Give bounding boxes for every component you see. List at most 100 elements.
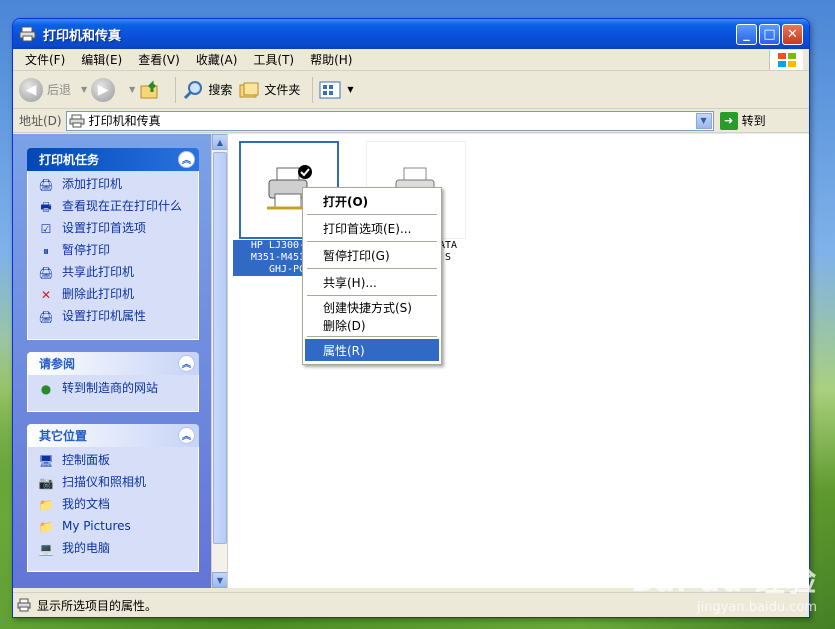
menu-properties[interactable]: 属性(R) <box>305 339 439 361</box>
task-label: 转到制造商的网站 <box>62 381 159 395</box>
globe-icon: ● <box>40 382 52 396</box>
menu-open[interactable]: 打开(O) <box>305 190 439 212</box>
other-places-title: 其它位置 <box>39 429 88 443</box>
views-icon <box>319 81 341 98</box>
views-button[interactable]: ▼ <box>319 80 357 100</box>
search-label: 搜索 <box>208 83 233 97</box>
camera-icon: 📷 <box>38 476 54 490</box>
menu-delete[interactable]: 删除(D) <box>305 316 439 334</box>
menu-separator <box>307 336 437 337</box>
place-label: 我的文档 <box>62 497 111 511</box>
printer-status-icon <box>17 598 31 612</box>
back-dropdown-icon[interactable]: ▼ <box>81 85 87 94</box>
back-arrow-icon: ◀ <box>19 77 43 102</box>
task-label: 查看现在正在打印什么 <box>62 199 183 213</box>
views-dropdown-icon: ▼ <box>347 85 354 94</box>
task-delete-printer[interactable]: ✕ 删除此打印机 <box>38 287 194 303</box>
menu-file[interactable]: 文件(F) <box>17 51 73 68</box>
search-icon <box>184 80 203 99</box>
address-bar: 地址(D) 打印机和传真 ▼ ➜ 转到 <box>13 109 809 133</box>
search-button[interactable]: 搜索 <box>182 79 232 101</box>
menu-tools[interactable]: 工具(T) <box>245 51 302 68</box>
control-panel-icon: 🖥 <box>38 454 54 468</box>
place-label: 控制面板 <box>62 453 111 467</box>
menu-edit[interactable]: 编辑(E) <box>73 51 130 68</box>
see-also-title: 请参阅 <box>39 357 76 371</box>
menu-share[interactable]: 共享(H)... <box>305 271 439 293</box>
task-label: 添加打印机 <box>62 177 123 191</box>
menu-favorites[interactable]: 收藏(A) <box>188 51 246 68</box>
folder-icon: 📁 <box>38 498 54 512</box>
windows-logo-icon <box>769 50 803 70</box>
task-pane: 打印机任务 ︽ 🖨 添加打印机 🖶 查看现在正在打印什么 ☑ 设置打印首选项 ⏸ 暂停打… <box>13 134 211 588</box>
up-folder-icon <box>140 79 158 98</box>
place-control-panel[interactable]: 🖥 控制面板 <box>38 453 194 469</box>
go-label: 转到 <box>741 114 766 128</box>
folders-icon <box>239 82 259 97</box>
address-label: 地址(D) <box>19 114 62 128</box>
maximize-button[interactable]: □ <box>759 23 780 45</box>
menu-view[interactable]: 查看(V) <box>130 51 188 68</box>
other-places-body: 🖥 控制面板 📷 扫描仪和照相机 📁 我的文档 📁 My Pictures 💻 我的电脑 <box>27 447 199 572</box>
collapse-icon[interactable]: ︽ <box>178 427 195 444</box>
go-arrow-icon: ➜ <box>719 111 738 130</box>
toolbar: ◀ 后退 ▼ ▶ ▼ 搜索 文件夹 ▼ <box>13 71 809 109</box>
task-label: 设置打印机属性 <box>62 309 147 323</box>
scroll-down-icon[interactable]: ▼ <box>212 572 228 588</box>
task-print-preferences[interactable]: ☑ 设置打印首选项 <box>38 221 194 237</box>
task-label: 设置打印首选项 <box>62 221 147 235</box>
taskpane-scrollbar[interactable]: ▲ ▼ <box>211 134 228 588</box>
forward-button[interactable]: ▶ <box>91 77 119 102</box>
printer-tasks-title: 打印机任务 <box>39 153 100 167</box>
menu-separator <box>307 214 437 215</box>
pictures-folder-icon: 📁 <box>38 520 54 534</box>
menu-help[interactable]: 帮助(H) <box>302 51 360 68</box>
task-manufacturer-site[interactable]: ● 转到制造商的网站 <box>38 381 194 397</box>
place-my-computer[interactable]: 💻 我的电脑 <box>38 541 194 557</box>
task-label: 暂停打印 <box>62 243 111 257</box>
printer-icon <box>19 26 37 42</box>
close-button[interactable]: ✕ <box>782 23 803 45</box>
scroll-thumb[interactable] <box>213 152 227 544</box>
toolbar-separator <box>175 76 177 103</box>
task-pause-printing[interactable]: ⏸ 暂停打印 <box>38 243 194 259</box>
back-button[interactable]: ◀ 后退 <box>19 77 71 102</box>
see-also-body: ● 转到制造商的网站 <box>27 375 199 412</box>
up-folder-button[interactable] <box>139 78 163 102</box>
printer-tasks-header[interactable]: 打印机任务 ︽ <box>27 148 199 171</box>
folders-button[interactable]: 文件夹 <box>238 79 300 101</box>
forward-arrow-icon: ▶ <box>91 77 116 102</box>
menu-separator <box>307 268 437 269</box>
place-scanners-cameras[interactable]: 📷 扫描仪和照相机 <box>38 475 194 491</box>
share-printer-icon: 🖨 <box>38 266 54 280</box>
task-printer-properties[interactable]: 🖨 设置打印机属性 <box>38 309 194 325</box>
scroll-up-icon[interactable]: ▲ <box>212 134 228 150</box>
print-queue-icon: 🖶 <box>40 200 52 214</box>
address-field[interactable]: 打印机和传真 ▼ <box>65 110 714 131</box>
task-add-printer[interactable]: 🖨 添加打印机 <box>38 177 194 193</box>
address-dropdown-icon[interactable]: ▼ <box>695 112 712 129</box>
menu-separator <box>307 295 437 296</box>
menu-pause-printing[interactable]: 暂停打印(G) <box>305 244 439 266</box>
window-title: 打印机和传真 <box>43 28 122 44</box>
collapse-icon[interactable]: ︽ <box>178 355 195 372</box>
forward-dropdown-icon[interactable]: ▼ <box>129 85 135 94</box>
folders-label: 文件夹 <box>264 83 301 97</box>
title-bar[interactable]: 打印机和传真 _ □ ✕ <box>13 19 809 49</box>
menu-print-preferences[interactable]: 打印首选项(E)... <box>305 217 439 239</box>
other-places-panel: 其它位置 ︽ 🖥 控制面板 📷 扫描仪和照相机 📁 我的文档 📁 My Pictures… <box>27 424 199 572</box>
go-button[interactable]: ➜ 转到 <box>719 111 766 130</box>
watermark: Bai du 经验 jingyan.baidu.com <box>631 556 817 615</box>
place-my-pictures[interactable]: 📁 My Pictures <box>38 519 194 535</box>
place-my-documents[interactable]: 📁 我的文档 <box>38 497 194 513</box>
collapse-icon[interactable]: ︽ <box>178 151 195 168</box>
minimize-button[interactable]: _ <box>736 23 757 45</box>
place-label: 扫描仪和照相机 <box>62 475 147 489</box>
task-share-printer[interactable]: 🖨 共享此打印机 <box>38 265 194 281</box>
other-places-header[interactable]: 其它位置 ︽ <box>27 424 199 447</box>
place-label: 我的电脑 <box>62 541 111 555</box>
see-also-header[interactable]: 请参阅 ︽ <box>27 352 199 375</box>
task-label: 共享此打印机 <box>62 265 135 279</box>
task-see-printing[interactable]: 🖶 查看现在正在打印什么 <box>38 199 194 215</box>
menu-create-shortcut[interactable]: 创建快捷方式(S) <box>305 298 439 316</box>
